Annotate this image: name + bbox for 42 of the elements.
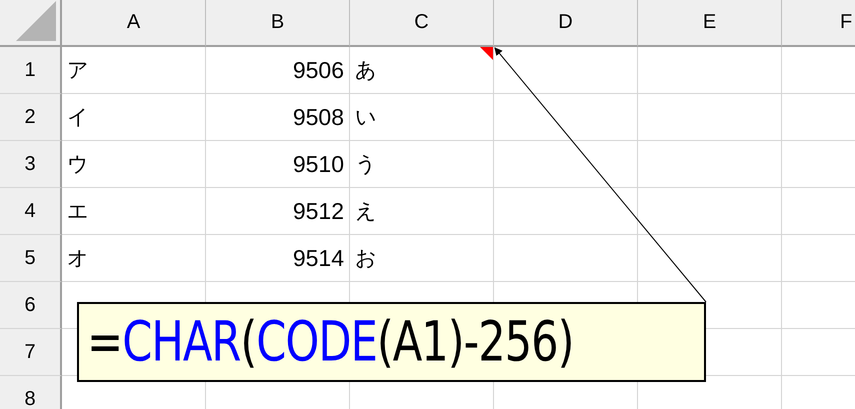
select-all-corner[interactable] <box>0 0 62 47</box>
table-cell[interactable]: 9512 <box>206 188 350 235</box>
table-cell[interactable] <box>494 47 638 94</box>
table-cell[interactable] <box>638 141 782 188</box>
row-header[interactable]: 4 <box>0 188 62 235</box>
table-cell[interactable]: 9506 <box>206 47 350 94</box>
column-header[interactable]: D <box>494 0 638 47</box>
table-cell[interactable]: お <box>350 235 494 282</box>
column-header[interactable]: B <box>206 0 350 47</box>
row-header[interactable]: 1 <box>0 47 62 94</box>
table-cell[interactable] <box>494 235 638 282</box>
table-cell[interactable] <box>494 94 638 141</box>
column-header[interactable]: C <box>350 0 494 47</box>
table-cell[interactable]: ウ <box>62 141 206 188</box>
column-header[interactable]: E <box>638 0 782 47</box>
column-header[interactable]: A <box>62 0 206 47</box>
table-cell[interactable] <box>638 188 782 235</box>
table-cell[interactable]: い <box>350 94 494 141</box>
corner-triangle-icon <box>16 1 56 41</box>
table-cell[interactable] <box>494 141 638 188</box>
table-cell[interactable] <box>638 235 782 282</box>
row-header[interactable]: 8 <box>0 376 62 409</box>
table-cell[interactable] <box>638 47 782 94</box>
table-cell[interactable] <box>494 188 638 235</box>
formula-text: =CHAR(CODE(A1)-256) <box>87 310 574 374</box>
row-header[interactable]: 7 <box>0 329 62 376</box>
table-cell[interactable]: 9508 <box>206 94 350 141</box>
table-cell[interactable]: う <box>350 141 494 188</box>
table-cell[interactable]: 9510 <box>206 141 350 188</box>
table-cell[interactable]: オ <box>62 235 206 282</box>
table-cell[interactable]: え <box>350 188 494 235</box>
table-cell[interactable] <box>638 94 782 141</box>
column-header[interactable]: F <box>782 0 855 47</box>
row-header[interactable]: 2 <box>0 94 62 141</box>
table-cell[interactable]: 9514 <box>206 235 350 282</box>
table-cell[interactable]: あ <box>350 47 494 94</box>
row-header[interactable]: 6 <box>0 282 62 329</box>
table-cell[interactable]: ア <box>62 47 206 94</box>
row-header[interactable]: 3 <box>0 141 62 188</box>
row-header[interactable]: 5 <box>0 235 62 282</box>
table-cell[interactable]: イ <box>62 94 206 141</box>
table-cell[interactable]: エ <box>62 188 206 235</box>
